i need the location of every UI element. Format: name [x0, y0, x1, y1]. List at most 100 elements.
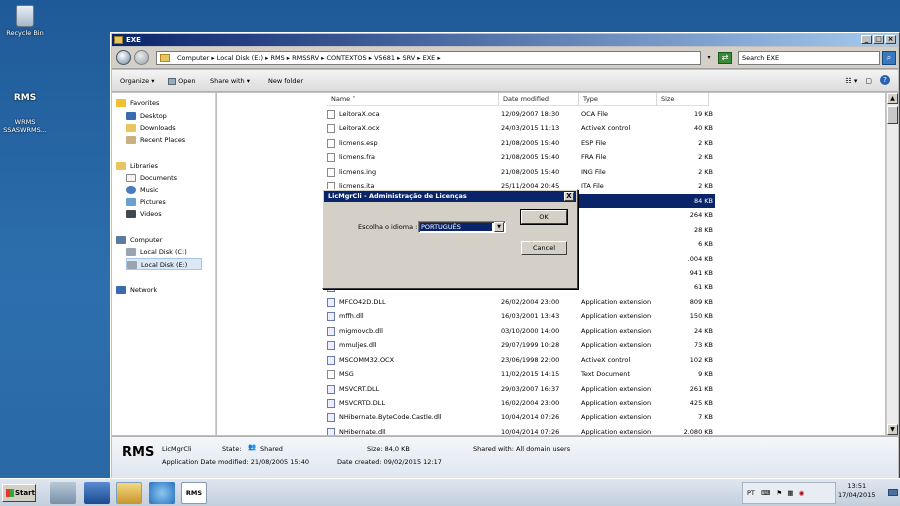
nav-favorites[interactable]: Favorites: [116, 97, 159, 109]
breadcrumb-item[interactable]: Local Disk (E:): [217, 54, 263, 62]
refresh-button[interactable]: ⇄: [718, 52, 732, 64]
nav-disk-c[interactable]: Local Disk (C:): [126, 246, 187, 258]
nav-music[interactable]: Music: [126, 184, 159, 196]
nav-pictures[interactable]: Pictures: [126, 196, 166, 208]
file-row[interactable]: MSVCRT.DLL 29/03/2007 16:37 Application ex…: [325, 382, 715, 397]
language-value: PORTUGUÊS: [420, 223, 492, 231]
breadcrumb-separator-icon[interactable]: ▸: [319, 54, 326, 62]
nav-desktop[interactable]: Desktop: [126, 110, 167, 122]
close-button[interactable]: ×: [885, 35, 896, 44]
scroll-thumb[interactable]: [887, 106, 898, 124]
column-size-header[interactable]: Size: [657, 93, 709, 106]
wrms-shortcut[interactable]: RMS WRMS SSASWRMS...: [0, 80, 50, 134]
music-icon: [126, 186, 136, 194]
nav-disk-e[interactable]: Local Disk (E:): [126, 258, 202, 270]
dll-file-icon: [327, 384, 335, 394]
rms-taskbar-icon[interactable]: RMS: [181, 482, 207, 504]
rms-logo-icon: RMS: [13, 93, 37, 103]
dialog-titlebar[interactable]: LicMgrCli - Administração de Licenças X: [324, 191, 576, 202]
file-row[interactable]: licmens.esp 21/08/2005 15:40 ESP File 2 KB: [325, 136, 715, 151]
address-dropdown-button[interactable]: ▾: [704, 51, 714, 65]
file-row[interactable]: MSVCRTD.DLL 16/02/2004 23:00 Application e…: [325, 396, 715, 411]
nav-network[interactable]: Network: [116, 284, 157, 296]
file-type: FRA File: [581, 153, 607, 162]
breadcrumb-separator-icon[interactable]: ▸: [367, 54, 374, 62]
ok-button[interactable]: OK: [520, 209, 568, 225]
breadcrumb-item[interactable]: RMS: [270, 54, 284, 62]
search-input[interactable]: Search EXE: [738, 51, 880, 65]
computer-icon: [116, 236, 126, 244]
show-desktop-button[interactable]: [888, 489, 898, 496]
keyboard-icon[interactable]: ⌨: [761, 489, 770, 497]
volume-icon[interactable]: ◉: [799, 489, 805, 497]
recycle-bin-shortcut[interactable]: Recycle Bin: [0, 5, 50, 37]
breadcrumb-item[interactable]: SRV: [402, 54, 415, 62]
back-button[interactable]: [116, 50, 131, 65]
file-row[interactable]: LeitoraX.ocx 24/03/2015 11:13 ActiveX cont…: [325, 121, 715, 136]
breadcrumb-item[interactable]: CONTEXTOS: [327, 54, 367, 62]
organize-button[interactable]: Organize ▾: [120, 70, 154, 92]
nav-downloads[interactable]: Downloads: [126, 122, 176, 134]
dialog-close-button[interactable]: X: [564, 192, 574, 201]
file-row[interactable]: MSG 11/02/2015 14:15 Text Document 9 KB: [325, 367, 715, 382]
breadcrumb-separator-icon[interactable]: ▸: [435, 54, 440, 62]
view-options-icon[interactable]: ☷ ▾: [845, 75, 857, 87]
chevron-down-icon[interactable]: ▼: [494, 222, 504, 232]
new-folder-button[interactable]: New folder: [268, 70, 303, 92]
breadcrumb-separator-icon[interactable]: ▸: [285, 54, 292, 62]
column-name-header[interactable]: Name ˄: [327, 93, 499, 106]
clock[interactable]: 13:51 17/04/2015: [838, 482, 875, 500]
breadcrumb-separator-icon[interactable]: ▸: [209, 54, 216, 62]
file-size: 6 KB: [698, 240, 713, 249]
details-state: Shared: [260, 445, 283, 453]
preview-pane-icon[interactable]: ▢: [865, 75, 872, 87]
window-titlebar[interactable]: EXE _ □ ×: [112, 34, 898, 46]
file-row[interactable]: mmuljes.dll 29/07/1999 10:28 Application e…: [325, 338, 715, 353]
file-row[interactable]: MFCO42D.DLL 26/02/2004 23:00 Application e…: [325, 295, 715, 310]
cancel-button[interactable]: Cancel: [521, 241, 567, 255]
file-type: ITA File: [581, 182, 604, 191]
help-icon[interactable]: ?: [880, 75, 890, 85]
breadcrumb-item[interactable]: V5681: [374, 54, 395, 62]
breadcrumb-separator-icon[interactable]: ▸: [415, 54, 422, 62]
file-row[interactable]: NHibernate.dll 10/04/2014 07:26 Applicatio…: [325, 425, 715, 435]
file-row[interactable]: migmovcb.dll 03/10/2000 14:00 Application …: [325, 324, 715, 339]
file-row[interactable]: licmens.fra 21/08/2005 15:40 FRA File 2 KB: [325, 150, 715, 165]
search-icon[interactable]: ⌕: [882, 51, 896, 65]
share-with-button[interactable]: Share with ▾: [210, 70, 250, 92]
file-row[interactable]: LeitoraX.oca 12/09/2007 18:30 OCA File 19 K…: [325, 107, 715, 122]
file-row[interactable]: licmens.ing 21/08/2005 15:40 ING File 2 KB: [325, 165, 715, 180]
flag-icon[interactable]: ⚑: [776, 489, 782, 497]
server-manager-icon[interactable]: [50, 482, 76, 504]
language-select[interactable]: PORTUGUÊS ▼: [418, 221, 506, 233]
address-bar[interactable]: Computer ▸ Local Disk (E:) ▸ RMS ▸ RMSSR…: [156, 51, 701, 65]
open-button[interactable]: Open: [168, 70, 195, 92]
maximize-button[interactable]: □: [873, 35, 884, 44]
nav-computer[interactable]: Computer: [116, 234, 162, 246]
breadcrumb-item[interactable]: RMSSRV: [292, 54, 319, 62]
column-date-header[interactable]: Date modified: [499, 93, 579, 106]
scroll-up-button[interactable]: ▲: [887, 93, 898, 104]
scroll-down-button[interactable]: ▼: [887, 424, 898, 435]
network-tray-icon[interactable]: ▦: [787, 489, 793, 497]
breadcrumb-item[interactable]: EXE: [423, 54, 436, 62]
powershell-icon[interactable]: [84, 482, 110, 504]
file-row[interactable]: mffh.dll 16/03/2001 13:43 Application exte…: [325, 309, 715, 324]
explorer-taskbar-icon[interactable]: [116, 482, 142, 504]
nav-documents[interactable]: Documents: [126, 172, 177, 184]
nav-recent[interactable]: Recent Places: [126, 134, 185, 146]
column-type-header[interactable]: Type: [579, 93, 657, 106]
nav-libraries[interactable]: Libraries: [116, 160, 158, 172]
file-row[interactable]: NHibernate.ByteCode.Castle.dll 10/04/2014…: [325, 410, 715, 425]
start-button[interactable]: Start: [2, 484, 36, 502]
vertical-scrollbar[interactable]: ▲ ▼: [886, 93, 898, 435]
file-row[interactable]: MSCOMM32.OCX 23/06/1998 22:00 ActiveX cont…: [325, 353, 715, 368]
nav-videos[interactable]: Videos: [126, 208, 162, 220]
breadcrumb-item[interactable]: Computer: [177, 54, 209, 62]
internet-explorer-icon[interactable]: [149, 482, 175, 504]
file-name: licmens.ing: [339, 167, 377, 176]
minimize-button[interactable]: _: [861, 35, 872, 44]
forward-button[interactable]: [134, 50, 149, 65]
file-date: 26/02/2004 23:00: [501, 297, 560, 306]
language-indicator[interactable]: PT: [747, 489, 755, 497]
